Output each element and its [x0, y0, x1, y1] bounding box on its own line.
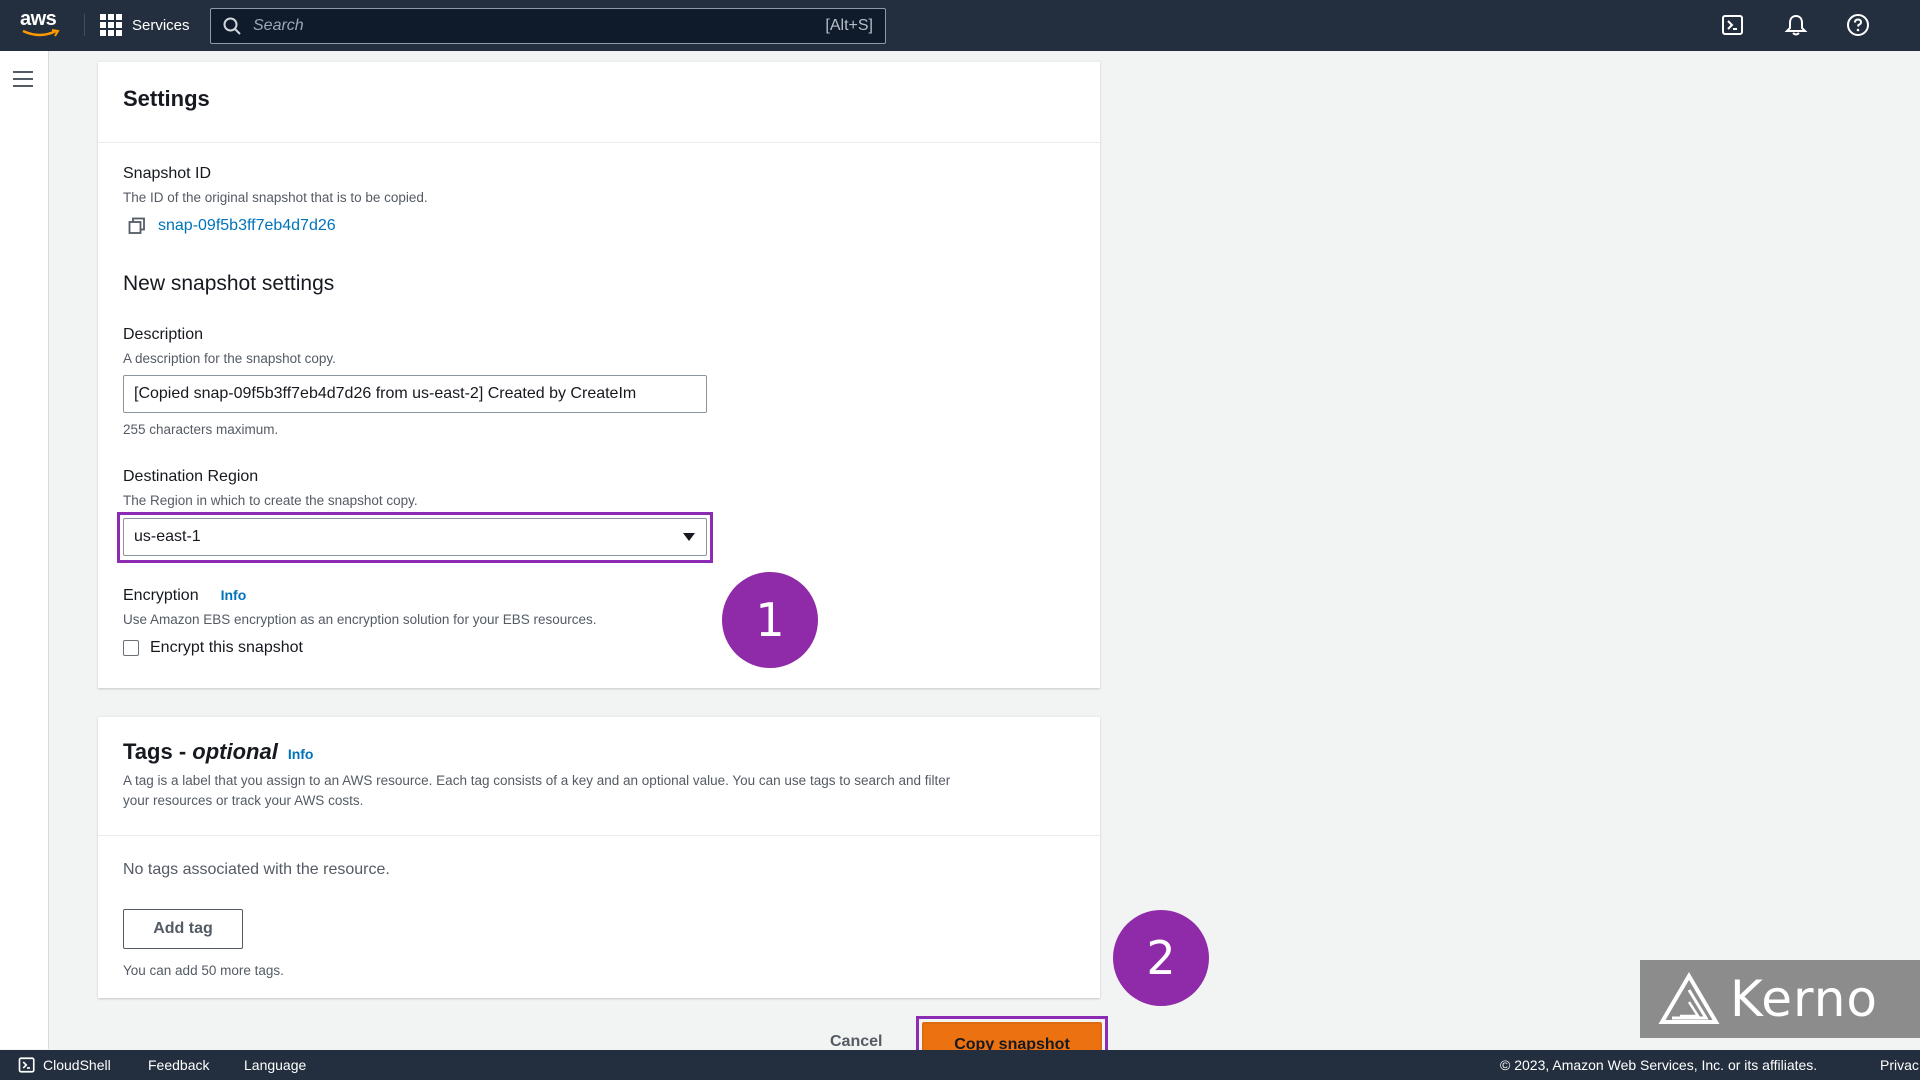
encryption-label: Encryption — [123, 587, 199, 604]
footer: CloudShell Feedback Language © 2023, Ama… — [0, 1050, 1920, 1080]
encryption-header: Encryption Info — [123, 587, 246, 605]
copy-icon[interactable] — [128, 217, 146, 235]
side-navigation-strip — [0, 51, 49, 1049]
snapshot-id-row: snap-09f5b3ff7eb4d7d26 — [128, 217, 336, 235]
destination-region-label: Destination Region — [123, 468, 259, 485]
description-help: A description for the snapshot copy. — [123, 351, 336, 366]
services-menu-button[interactable]: Services — [100, 14, 190, 36]
caret-down-icon — [683, 533, 695, 541]
search-icon — [223, 17, 241, 35]
search-bar[interactable]: [Alt+S] — [210, 8, 886, 44]
divider — [98, 835, 1100, 836]
tags-limit-text: You can add 50 more tags. — [123, 963, 284, 978]
tags-header: Tags - optional Info — [123, 739, 313, 765]
encrypt-checkbox-label: Encrypt this snapshot — [150, 639, 303, 656]
aws-logo-text: aws — [20, 8, 57, 30]
encrypt-checkbox[interactable] — [123, 640, 139, 656]
divider — [98, 142, 1100, 143]
cancel-button[interactable]: Cancel — [830, 1033, 882, 1051]
cloudshell-icon[interactable] — [1721, 13, 1745, 37]
new-snapshot-settings-title: New snapshot settings — [123, 272, 335, 295]
cloudshell-icon — [18, 1057, 35, 1073]
search-input[interactable] — [251, 16, 826, 36]
grid-icon — [100, 14, 122, 36]
kerno-watermark-text: Kerno — [1730, 970, 1879, 1028]
footer-copyright: © 2023, Amazon Web Services, Inc. or its… — [1500, 1057, 1818, 1073]
destination-region-help: The Region in which to create the snapsh… — [123, 493, 418, 508]
settings-title: Settings — [123, 86, 210, 111]
footer-language-link[interactable]: Language — [244, 1057, 306, 1073]
help-icon[interactable] — [1846, 13, 1870, 37]
description-input[interactable] — [123, 375, 707, 413]
destination-region-select[interactable]: us-east-1 — [123, 518, 707, 556]
search-shortcut: [Alt+S] — [825, 17, 873, 34]
snapshot-id-link[interactable]: snap-09f5b3ff7eb4d7d26 — [158, 217, 336, 235]
snapshot-id-label: Snapshot ID — [123, 165, 212, 182]
nav-divider — [84, 14, 85, 36]
bell-icon[interactable] — [1784, 13, 1808, 37]
footer-cloudshell-button[interactable]: CloudShell — [18, 1056, 111, 1074]
footer-privacy-link[interactable]: Privac — [1880, 1057, 1919, 1073]
footer-cloudshell-label: CloudShell — [43, 1057, 111, 1073]
tags-description: A tag is a label that you assign to an A… — [123, 771, 1083, 811]
add-tag-button[interactable]: Add tag — [123, 909, 243, 949]
step-1-marker: 1 — [722, 572, 818, 668]
top-navigation: aws Services [Alt+S] — [0, 0, 1920, 51]
encryption-info-link[interactable]: Info — [221, 587, 247, 603]
tags-description-line2: your resources or track your AWS costs. — [123, 793, 364, 808]
aws-logo[interactable]: aws — [20, 9, 62, 39]
tags-title-optional: optional — [192, 739, 278, 764]
footer-feedback-link[interactable]: Feedback — [148, 1057, 209, 1073]
kerno-watermark: Kerno — [1640, 960, 1920, 1038]
tags-title: Tags - — [123, 739, 193, 764]
kerno-logo-icon — [1658, 972, 1720, 1024]
description-hint: 255 characters maximum. — [123, 422, 279, 437]
tags-panel: Tags - optional Info A tag is a label th… — [98, 716, 1100, 998]
tags-info-link[interactable]: Info — [288, 746, 314, 762]
encryption-description: Use Amazon EBS encryption as an encrypti… — [123, 612, 597, 627]
destination-region-value: us-east-1 — [134, 528, 201, 545]
aws-smile-icon — [22, 29, 60, 37]
services-label: Services — [132, 16, 190, 34]
encrypt-checkbox-row[interactable]: Encrypt this snapshot — [123, 639, 303, 657]
tags-description-line1: A tag is a label that you assign to an A… — [123, 773, 951, 788]
no-tags-text: No tags associated with the resource. — [123, 861, 390, 878]
settings-panel: Settings Snapshot ID The ID of the origi… — [98, 61, 1100, 688]
step-2-marker: 2 — [1113, 910, 1209, 1006]
description-label: Description — [123, 326, 204, 343]
menu-icon[interactable] — [13, 71, 33, 87]
snapshot-id-description: The ID of the original snapshot that is … — [123, 190, 428, 205]
